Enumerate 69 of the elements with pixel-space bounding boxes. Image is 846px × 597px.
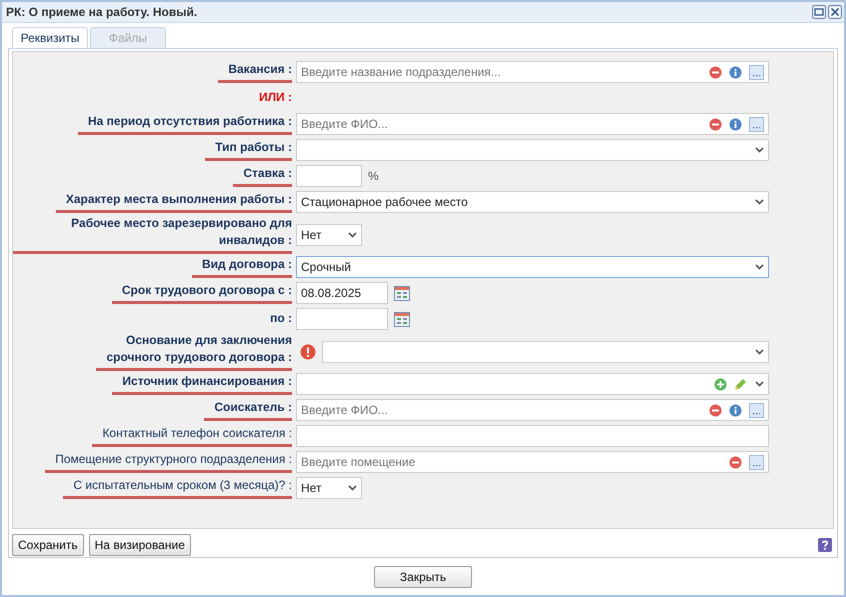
chevron-down-icon[interactable] [348, 232, 357, 238]
chevron-down-icon[interactable] [348, 485, 357, 491]
dropdown[interactable]: Срочный [296, 256, 769, 278]
lookup-field[interactable]: Введите ФИО... [296, 399, 769, 421]
close-icon[interactable] [828, 5, 842, 19]
alert-icon [300, 344, 316, 360]
window-title: РК: О приеме на работу. Новый. [6, 5, 198, 19]
placeholder: Введите ФИО... [301, 117, 389, 131]
input-field[interactable] [296, 165, 362, 187]
placeholder: Введите название подразделения... [301, 65, 502, 79]
lookup-field[interactable]: Введите помещение [296, 451, 769, 473]
field-label: С испытательным сроком (3 месяца)? : [63, 477, 292, 499]
input-field[interactable] [296, 425, 769, 447]
more-icon[interactable] [749, 64, 764, 80]
close-button[interactable]: Закрыть [374, 566, 472, 588]
field-label: Помещение структурного подразделения : [45, 451, 292, 473]
field-value: Срочный [301, 260, 352, 274]
maximize-icon[interactable] [812, 5, 826, 19]
dropdown[interactable]: Нет [296, 224, 362, 246]
pencil-icon[interactable] [734, 377, 748, 391]
chevron-down-icon[interactable] [755, 348, 764, 354]
info-icon[interactable] [729, 118, 742, 130]
calendar-icon[interactable] [394, 286, 410, 300]
dropdown[interactable]: Нет [296, 477, 362, 499]
remove-icon[interactable] [729, 456, 742, 468]
chevron-down-icon[interactable] [755, 264, 764, 270]
date-field[interactable]: 08.08.2025 [296, 282, 388, 304]
info-icon[interactable] [729, 404, 742, 416]
field-value: Нет [301, 228, 322, 242]
dropdown[interactable]: Стационарное рабочее место [296, 191, 769, 213]
field-label: Соискатель : [204, 399, 292, 421]
field-label: Рабочее место зарезервировано для инвалидов : [13, 215, 292, 254]
add-icon[interactable] [714, 378, 727, 390]
more-icon[interactable] [749, 116, 764, 132]
field-label: ИЛИ : [258, 88, 292, 106]
field-label: Срок трудового договора с : [112, 282, 292, 304]
chevron-down-icon[interactable] [755, 147, 764, 153]
field-label: Вид договора : [192, 256, 292, 278]
field-label: Контактный телефон соискателя : [92, 425, 292, 447]
help-icon[interactable] [818, 538, 832, 552]
remove-icon[interactable] [709, 118, 722, 130]
action-button[interactable]: На визирование [88, 534, 191, 556]
calendar-icon[interactable] [394, 312, 410, 326]
field-label: Основание для заключения срочного трудового договора : [96, 332, 292, 371]
field-label: Характер места выполнения работы : [56, 191, 292, 213]
field-label: На период отсутствия работника : [78, 113, 292, 135]
tab[interactable]: Реквизиты [12, 27, 88, 48]
chevron-down-icon[interactable] [755, 381, 764, 387]
date-field[interactable] [296, 308, 388, 330]
field-label: Источник финансирования : [112, 373, 292, 395]
field-value: Нет [301, 481, 322, 495]
more-icon[interactable] [749, 402, 764, 418]
more-icon[interactable] [749, 454, 764, 470]
remove-icon[interactable] [709, 404, 722, 416]
field-label: Ставка : [233, 165, 292, 187]
remove-icon[interactable] [709, 66, 722, 78]
field-label: по : [269, 310, 292, 326]
chevron-down-icon[interactable] [755, 199, 764, 205]
field-value: Стационарное рабочее место [301, 195, 469, 209]
lookup-field[interactable]: Введите название подразделения... [296, 61, 769, 83]
unit-label: % [368, 169, 379, 183]
placeholder: Введите помещение [301, 455, 416, 469]
field-label: Тип работы : [205, 139, 292, 161]
action-button[interactable]: Сохранить [12, 534, 84, 556]
field-label: Вакансия : [218, 61, 292, 83]
info-icon[interactable] [729, 66, 742, 78]
placeholder: Введите ФИО... [301, 403, 389, 417]
field-value: 08.08.2025 [301, 286, 362, 300]
lookup-field[interactable]: Введите ФИО... [296, 113, 769, 135]
